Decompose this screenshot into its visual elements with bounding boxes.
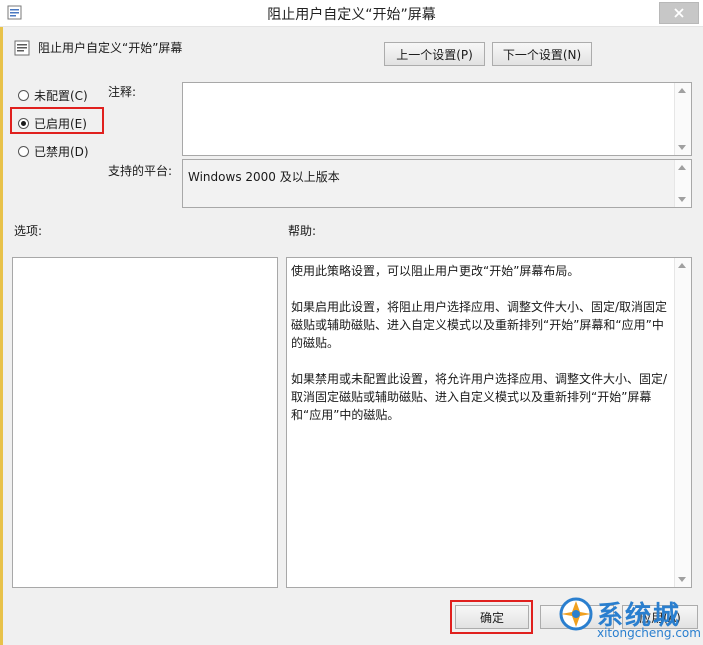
- policy-name: 阻止用户自定义“开始”屏幕: [38, 41, 183, 55]
- close-icon: [674, 8, 684, 18]
- watermark-text-en: xitongcheng.com: [597, 626, 701, 640]
- platform-label: 支持的平台:: [108, 164, 173, 178]
- help-paragraph: 使用此策略设置，可以阻止用户更改“开始”屏幕布局。: [291, 264, 580, 278]
- help-scrollbar[interactable]: [674, 258, 691, 587]
- scroll-up-icon[interactable]: [678, 88, 686, 93]
- help-label: 帮助:: [288, 224, 317, 238]
- enabled-highlight-box: [10, 107, 104, 134]
- options-panel: [12, 257, 278, 588]
- help-paragraph: 如果启用此设置，将阻止用户选择应用、调整文件大小、固定/取消固定磁贴或辅助磁贴、…: [291, 300, 668, 350]
- radio-disabled[interactable]: 已禁用(D): [18, 142, 89, 160]
- next-setting-button[interactable]: 下一个设置(N): [492, 42, 592, 66]
- scroll-down-icon[interactable]: [678, 145, 686, 150]
- help-text: 使用此策略设置，可以阻止用户更改“开始”屏幕布局。 如果启用此设置，将阻止用户选…: [291, 262, 669, 442]
- comment-textarea[interactable]: [182, 82, 692, 156]
- prev-setting-button[interactable]: 上一个设置(P): [384, 42, 485, 66]
- help-paragraph: 如果禁用或未配置此设置，将允许用户选择应用、调整文件大小、固定/取消固定磁贴或辅…: [291, 372, 668, 422]
- radio-indicator: [18, 89, 29, 101]
- help-panel: 使用此策略设置，可以阻止用户更改“开始”屏幕布局。 如果启用此设置，将阻止用户选…: [286, 257, 692, 588]
- comment-label: 注释:: [108, 85, 137, 99]
- options-label: 选项:: [14, 224, 43, 238]
- ok-highlight-box: [450, 600, 533, 634]
- platform-scrollbar[interactable]: [674, 160, 691, 207]
- watermark-logo-icon: [559, 597, 593, 631]
- radio-label: 未配置(C): [34, 88, 88, 103]
- policy-setting-icon: [14, 40, 30, 56]
- radio-label: 已禁用(D): [34, 144, 89, 159]
- radio-not-configured[interactable]: 未配置(C): [18, 86, 88, 104]
- title-bar: 阻止用户自定义“开始”屏幕: [0, 0, 703, 27]
- scroll-up-icon[interactable]: [678, 165, 686, 170]
- comment-scrollbar[interactable]: [674, 83, 691, 155]
- scroll-up-icon[interactable]: [678, 263, 686, 268]
- close-button[interactable]: [659, 2, 699, 24]
- radio-indicator: [18, 145, 29, 157]
- left-edge-strip: [0, 27, 3, 645]
- platform-field: Windows 2000 及以上版本: [182, 159, 692, 208]
- platform-value: Windows 2000 及以上版本: [188, 170, 340, 184]
- site-watermark: 系统城 xitongcheng.com: [555, 593, 703, 645]
- window-title: 阻止用户自定义“开始”屏幕: [267, 7, 436, 23]
- scroll-down-icon[interactable]: [678, 577, 686, 582]
- scroll-down-icon[interactable]: [678, 197, 686, 202]
